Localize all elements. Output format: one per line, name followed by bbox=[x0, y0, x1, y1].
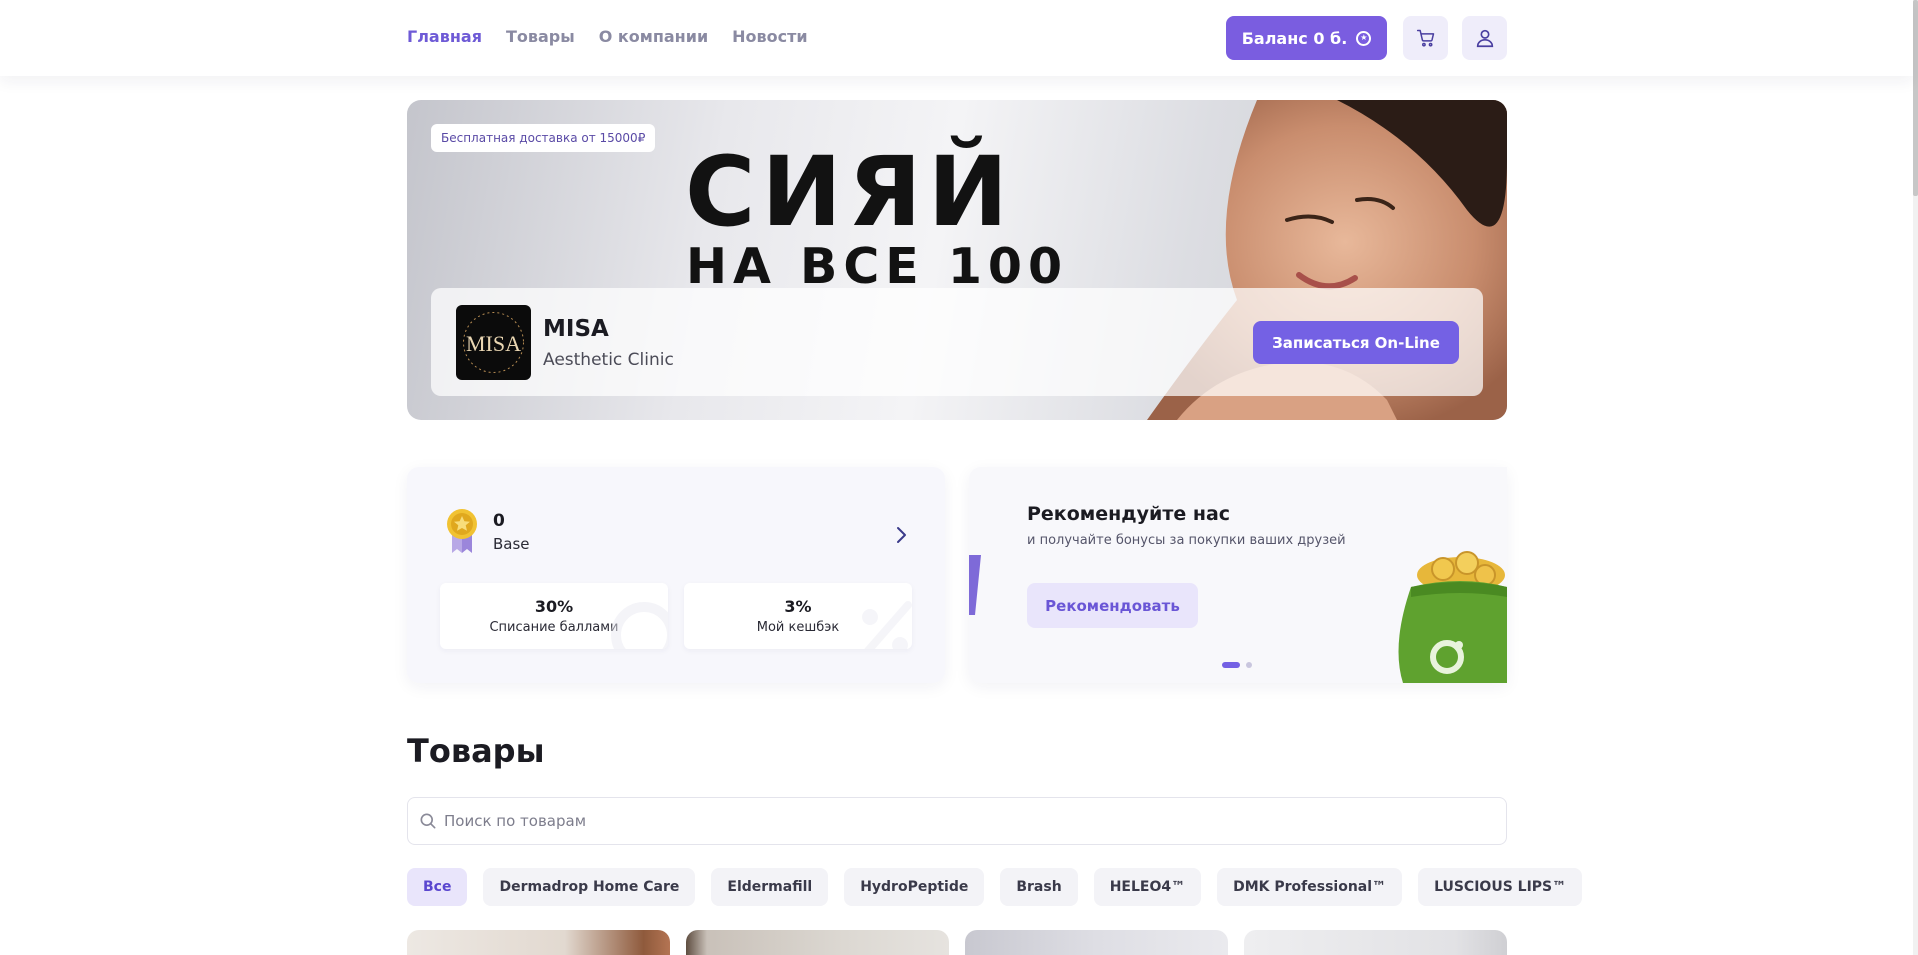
coin-decor-icon bbox=[611, 602, 668, 649]
product-card[interactable] bbox=[407, 930, 670, 955]
slide-dot-2[interactable] bbox=[1246, 662, 1252, 668]
top-header: Главная Товары О компании Новости Баланс… bbox=[0, 0, 1913, 76]
category-chip-hydropeptide[interactable]: HydroPeptide bbox=[844, 868, 985, 906]
category-chip-luscious-lips[interactable]: LUSCIOUS LIPS™ bbox=[1418, 868, 1583, 906]
online-signup-button[interactable]: Записаться On-Line bbox=[1253, 321, 1459, 364]
user-icon bbox=[1476, 29, 1493, 48]
coin-icon: ★ bbox=[1356, 30, 1372, 46]
medal-icon bbox=[447, 509, 477, 553]
category-chip-brash[interactable]: Brash bbox=[1000, 868, 1078, 906]
clinic-logo: MISA bbox=[456, 305, 531, 380]
referral-subtitle: и получайте бонусы за покупки ваших друз… bbox=[1027, 533, 1346, 548]
cart-button[interactable] bbox=[1403, 16, 1448, 60]
products-heading: Товары bbox=[407, 732, 545, 770]
profile-button[interactable] bbox=[1462, 16, 1507, 60]
slider-dots bbox=[1222, 662, 1252, 668]
nav-products[interactable]: Товары bbox=[506, 27, 575, 46]
page-scrollbar[interactable] bbox=[1913, 0, 1918, 955]
scrollbar-thumb[interactable] bbox=[1913, 0, 1918, 196]
product-search bbox=[407, 797, 1507, 845]
chevron-right-icon[interactable] bbox=[895, 525, 909, 545]
recommend-button[interactable]: Рекомендовать bbox=[1027, 583, 1198, 628]
loyalty-card[interactable]: 0 Base 30% Списание баллами 3% Мой кешбэ… bbox=[407, 467, 945, 683]
search-input[interactable] bbox=[444, 798, 1494, 844]
referral-card: Рекомендуйте нас и получайте бонусы за п… bbox=[969, 467, 1507, 683]
prev-slide-edge bbox=[969, 555, 981, 615]
slide-dot-1[interactable] bbox=[1222, 662, 1240, 668]
main-nav: Главная Товары О компании Новости bbox=[407, 27, 808, 46]
referral-title: Рекомендуйте нас bbox=[1027, 503, 1231, 525]
clinic-card: MISA MISA Aesthetic Clinic Записаться On… bbox=[431, 288, 1483, 396]
nav-news[interactable]: Новости bbox=[732, 27, 807, 46]
cart-icon bbox=[1416, 29, 1434, 47]
delivery-badge: Бесплатная доставка от 15000₽ bbox=[431, 124, 656, 152]
coin-pot-icon bbox=[1398, 551, 1507, 683]
stat-points-spend: 30% Списание баллами bbox=[440, 583, 668, 649]
category-chip-heleo4[interactable]: HELEO4™ bbox=[1093, 868, 1202, 906]
svg-text:MISA: MISA bbox=[466, 331, 521, 356]
category-chip-eldermafill[interactable]: Eldermafill bbox=[711, 868, 829, 906]
hero-slogan-line2: НА ВСЕ 100 bbox=[686, 238, 1069, 295]
category-chip-dermadrop[interactable]: Dermadrop Home Care bbox=[483, 868, 696, 906]
loyalty-points: 0 bbox=[493, 511, 505, 531]
search-icon bbox=[420, 813, 436, 829]
percent-decor-icon bbox=[862, 601, 912, 649]
loyalty-level: Base bbox=[493, 535, 530, 553]
balance-button[interactable]: Баланс 0 б. ★ bbox=[1226, 16, 1387, 60]
category-filters: Все Dermadrop Home Care Eldermafill Hydr… bbox=[407, 868, 1583, 906]
product-card[interactable] bbox=[1244, 930, 1507, 955]
category-chip-dmk[interactable]: DMK Professional™ bbox=[1217, 868, 1403, 906]
nav-home[interactable]: Главная bbox=[407, 27, 482, 46]
product-card[interactable] bbox=[686, 930, 949, 955]
clinic-name: MISA bbox=[543, 316, 609, 342]
balance-label: Баланс 0 б. bbox=[1241, 28, 1348, 48]
nav-about[interactable]: О компании bbox=[599, 27, 708, 46]
stat-cashback: 3% Мой кешбэк bbox=[684, 583, 912, 649]
hero-slogan-line1: СИЯЙ bbox=[685, 136, 1015, 248]
product-card[interactable] bbox=[965, 930, 1228, 955]
category-chip-all[interactable]: Все bbox=[407, 868, 468, 906]
hero-banner[interactable]: Бесплатная доставка от 15000₽ СИЯЙ НА ВС… bbox=[407, 100, 1507, 420]
clinic-subtitle: Aesthetic Clinic bbox=[543, 350, 674, 370]
